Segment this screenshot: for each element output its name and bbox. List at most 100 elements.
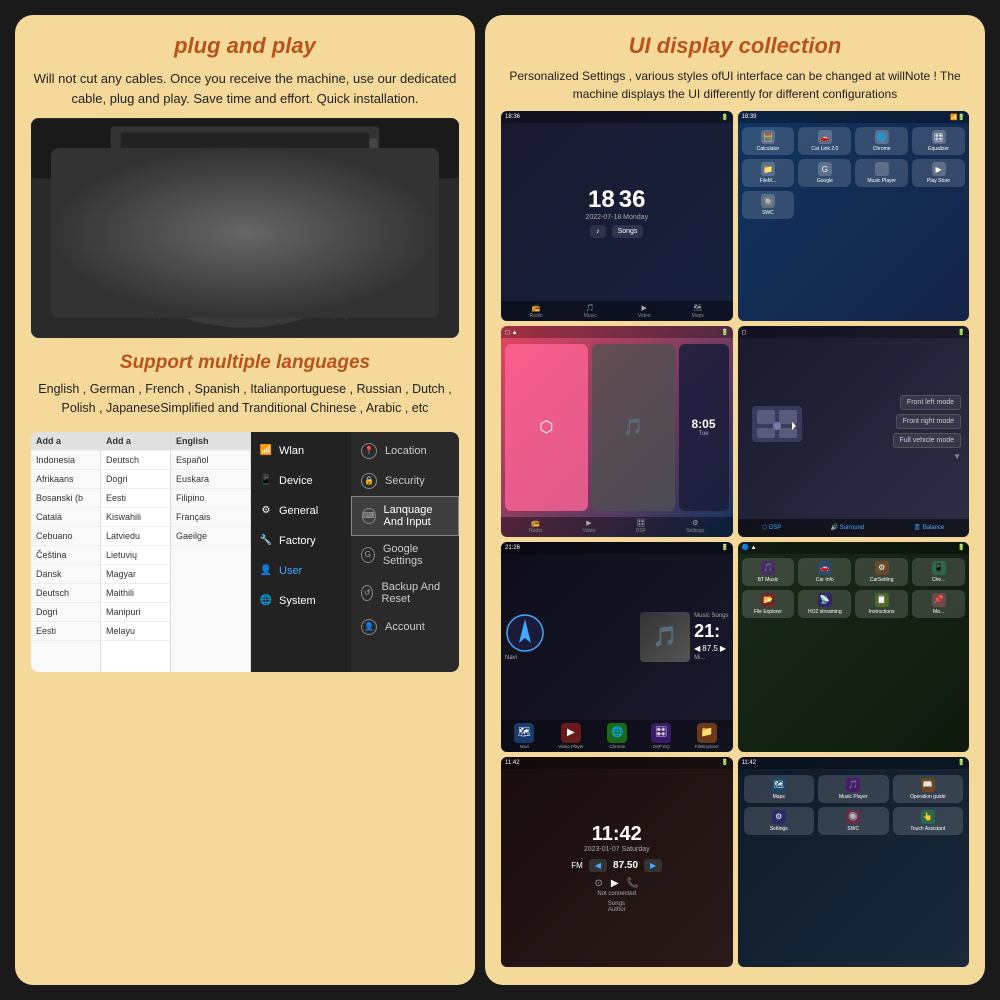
ss8-touchassist: 👆Touch Assistant: [893, 807, 964, 835]
settings-menu: 📶 Wlan 📱 Device ⚙ General 🔧 Factory 👤: [251, 432, 351, 672]
ss3-dsp-icon: 🎛DSP: [636, 519, 646, 534]
ss6-carinfo: 🚗Car Info: [798, 558, 851, 586]
screenshot-clock-radio: 11:42 🔋 11:42 2023-01-07 Saturday FM ◀ 8…: [501, 757, 733, 967]
album-art: 🎵: [640, 612, 690, 662]
language-icon: ⌨: [362, 508, 376, 524]
full-vehicle-mode[interactable]: Full vehicle mode: [893, 433, 961, 448]
ss7-radio-bar: FM ◀ 87.50 ▶: [571, 859, 662, 872]
languages-text: English , German , French , Spanish , It…: [31, 380, 459, 418]
ss2-app-chrome: 🌐Chrome: [855, 127, 908, 155]
ss7-song-info: Songs Author: [608, 901, 626, 913]
submenu-location[interactable]: 📍 Location: [351, 436, 459, 466]
nav-area: Navi: [505, 613, 636, 661]
ss1-radio-icon: 📻Radio: [530, 304, 543, 319]
ss8-settings: ⚙Settings: [744, 807, 815, 835]
system-icon: 🌐: [259, 594, 273, 608]
ss2-app-playstore: ▶Play Store: [912, 159, 965, 187]
screenshot-bluetooth: ◻ ▲ 🔋 ⬡ 🎵 8:05 Tue 📻Radio ▶Video: [501, 326, 733, 536]
ss3-topbar: ◻ ▲ 🔋: [501, 326, 733, 338]
wlan-icon: 📶: [259, 444, 273, 458]
submenu-backup[interactable]: ↺ Backup And Reset: [351, 574, 459, 612]
right-panel: UI display collection Personalized Setti…: [485, 15, 985, 985]
music-meta: Music Songs 21: ◀ 87.5 ▶ Mi...: [694, 613, 728, 661]
ss8-musicplayer: 🎵Music Player: [818, 775, 889, 803]
surround-label: 🔊 Surround: [830, 524, 864, 531]
bluetooth-widget: ⬡: [505, 344, 588, 510]
ss7-topbar: 11:42 🔋: [501, 757, 733, 769]
device-icon: 📱: [259, 474, 273, 488]
front-right-mode[interactable]: Front right mode: [896, 414, 961, 429]
submenu-language[interactable]: ⌨ Lanquage And Input: [351, 496, 459, 536]
ss7-date: 2023-01-07 Saturday: [584, 846, 650, 853]
settings-system[interactable]: 🌐 System: [251, 586, 351, 616]
front-left-mode[interactable]: Front left mode: [900, 395, 961, 410]
submenu-security[interactable]: 🔒 Security: [351, 466, 459, 496]
submenu-google[interactable]: G Google Settings: [351, 536, 459, 574]
ss1-video-icon: ▶Video: [638, 304, 651, 319]
account-icon: 👤: [361, 619, 377, 635]
factory-icon: 🔧: [259, 534, 273, 548]
ss8-maps: 🗺Maps: [744, 775, 815, 803]
ui-desc: Personalized Settings , various styles o…: [501, 67, 969, 103]
ss2-app-filem: 📁FileM...: [742, 159, 795, 187]
lang-col-3: English Español Euskara Filipino Françai…: [171, 432, 251, 672]
time-widget: 8:05 Tue: [679, 344, 729, 510]
ui-title: UI display collection: [501, 33, 969, 59]
ui-grid: 18:36 🔋 18 36 2022-07-18 Monday ♪ Songs …: [501, 111, 969, 967]
settings-factory[interactable]: 🔧 Factory: [251, 526, 351, 556]
ss1-bottombar: 📻Radio 🎵Music ▶Video 🗺Maps: [501, 301, 733, 321]
media-widget: 🎵: [592, 344, 675, 510]
ss5-apps: 🗺Navi ▶Video Player 🌐Chrome 🎛DSP EQ 📁Fil…: [501, 720, 733, 752]
submenu-account[interactable]: 👤 Account: [351, 612, 459, 642]
ss2-app-calculator: 🧮Calculator: [742, 127, 795, 155]
ss6-btmusic: 🎵BT Music: [742, 558, 795, 586]
ss8-apps: 🗺Maps 🎵Music Player 📖Operation guide ⚙Se…: [738, 769, 970, 841]
settings-device[interactable]: 📱 Device: [251, 466, 351, 496]
settings-screenshot: Add a Indonesia Afrikaans Bosanski (b Ca…: [31, 432, 459, 672]
settings-general[interactable]: ⚙ General: [251, 496, 351, 526]
ss8-topbar: 11:42 🔋: [738, 757, 970, 769]
ss7-playback: ⊙ ▶ 📞: [594, 878, 639, 889]
lang-col3-header: English: [171, 432, 250, 451]
ss6-ho2: 📡HO2 streaming: [798, 590, 851, 618]
mini-app-navi: 🗺Navi: [514, 723, 534, 749]
submenu: 📍 Location 🔒 Security ⌨ Lanquage And Inp…: [351, 432, 459, 672]
ss3-video-icon: ▶Video: [583, 519, 596, 534]
ss2-app-google: GGoogle: [798, 159, 851, 187]
ss4-topbar: ◻ 🔋: [738, 326, 970, 338]
ss2-app-eq: 🎛Equalizer: [912, 127, 965, 155]
screenshot-app-grid: 18:39 📶🔋 🧮Calculator 🚗Car Link 2.0 🌐Chro…: [738, 111, 970, 321]
main-container: plug and play Will not cut any cables. O…: [10, 10, 990, 990]
ss1-music-icon: 🎵Music: [584, 304, 597, 319]
security-icon: 🔒: [361, 473, 377, 489]
languages-section: Support multiple languages English , Ger…: [31, 352, 459, 418]
ss1-content: 18 36 2022-07-18 Monday ♪ Songs: [501, 123, 733, 301]
music-time: 21:: [694, 621, 728, 642]
user-icon: 👤: [259, 564, 273, 578]
mode-buttons: Front left mode Front right mode Full ve…: [816, 342, 966, 514]
ss1-topbar: 18:36 🔋: [501, 111, 733, 123]
mini-app-video: ▶Video Player: [558, 723, 583, 749]
backup-icon: ↺: [361, 585, 373, 601]
ss2-app-swc: 🔘SWC: [742, 191, 795, 219]
ss3-settings-icon: ⚙Settings: [686, 519, 704, 534]
google-icon: G: [361, 547, 375, 563]
ss4-dsp-bottom: ⬡ DSP 🔊 Surround 🎚 Balance: [738, 519, 970, 537]
mini-app-chrome: 🌐Chrome: [607, 723, 627, 749]
settings-wlan[interactable]: 📶 Wlan: [251, 436, 351, 466]
ss3-radio-icon: 📻Radio: [529, 519, 542, 534]
ss3-bottombar: 📻Radio ▶Video 🎛DSP ⚙Settings: [501, 517, 733, 537]
ss1-date: 2022-07-18 Monday: [585, 214, 648, 221]
car-diagram-area: [742, 342, 812, 514]
ss2-app-music: 🎵Music Player: [855, 159, 908, 187]
ss6-che: 📱Che...: [912, 558, 965, 586]
screenshot-app-grid2: 🔵 ▲ 🔋 🎵BT Music 🚗Car Info ⚙CarSetting 📱C…: [738, 542, 970, 752]
location-icon: 📍: [361, 443, 377, 459]
ss7-content: 11:42 2023-01-07 Saturday FM ◀ 87.50 ▶ ⊙…: [501, 769, 733, 967]
ss1-time: 18: [588, 186, 615, 214]
screenshot-app-grid3: 11:42 🔋 🗺Maps 🎵Music Player 📖Operation g…: [738, 757, 970, 967]
settings-user[interactable]: 👤 User: [251, 556, 351, 586]
ss6-topbar: 🔵 ▲ 🔋: [738, 542, 970, 554]
ss5-music: Navi 🎵 Music Songs 21: ◀ 87.5 ▶ Mi...: [501, 554, 733, 720]
ss8-opguide: 📖Operation guide: [893, 775, 964, 803]
